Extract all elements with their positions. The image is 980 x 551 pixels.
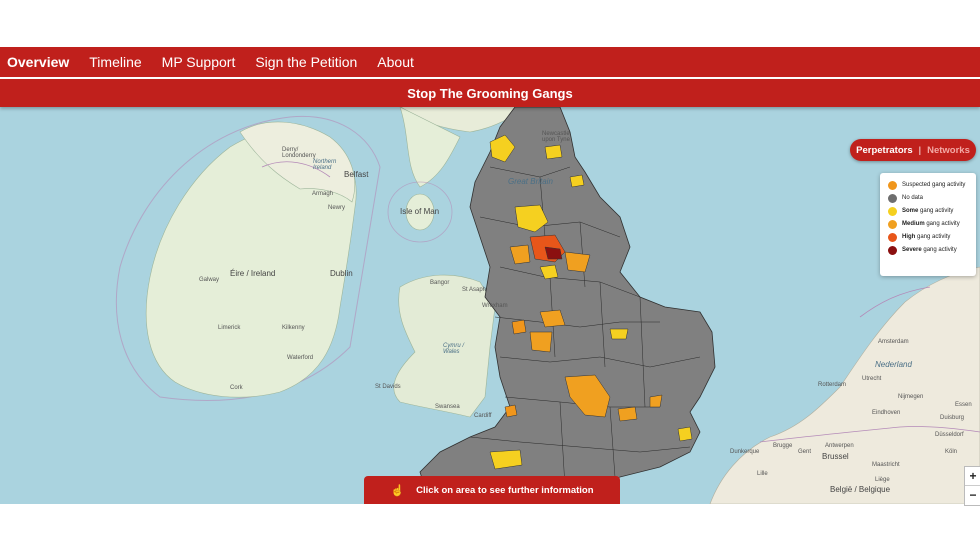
area-some-activity[interactable] [609, 328, 629, 340]
map-label: Antwerpen [825, 443, 854, 449]
map-label: Cork [230, 385, 243, 391]
map-label: Düsseldorf [935, 432, 964, 438]
legend-dot-severe [888, 246, 897, 255]
area-some-activity[interactable] [544, 144, 563, 160]
legend-label: No data [902, 195, 924, 201]
legend-dot-some [888, 207, 897, 216]
nav-timeline[interactable]: Timeline [89, 54, 141, 70]
map-label: Kilkenny [282, 325, 305, 331]
click-info-banner[interactable]: ☝ Click on area to see further informati… [364, 476, 620, 504]
legend-dot-nodata [888, 194, 897, 203]
map-label: Galway [199, 277, 220, 283]
map-label: Köln [945, 449, 958, 455]
map-label: Amsterdam [878, 339, 909, 345]
map-label: St Asaph [462, 287, 487, 293]
area-medium-activity[interactable] [649, 394, 663, 408]
map-label: Armagh [312, 191, 334, 197]
area-suspected-activity[interactable] [511, 319, 527, 335]
top-whitespace [0, 0, 980, 47]
map-label: België / Belgique [830, 485, 891, 494]
map-view[interactable]: Derry/ Londonderry Northern Ireland Belf… [0, 107, 980, 504]
map-label: Eindhoven [872, 410, 901, 416]
legend-dot-medium [888, 220, 897, 229]
cta-label: Click on area to see further information [416, 484, 594, 496]
toggle-perpetrators[interactable]: Perpetrators [856, 145, 913, 156]
area-medium-activity[interactable] [617, 406, 638, 422]
map-label: Swansea [435, 404, 460, 410]
map-label: Isle of Man [400, 207, 440, 216]
legend-label: Medium gang activity [902, 221, 960, 227]
nav-about[interactable]: About [377, 54, 414, 70]
legend-dot-suspected [888, 181, 897, 190]
nav-mp-support[interactable]: MP Support [162, 54, 236, 70]
page-title: Stop The Grooming Gangs [0, 79, 980, 107]
map-label: Nijmegen [898, 394, 924, 400]
legend-item: Suspected gang activity [888, 181, 970, 190]
map-label: Dunkerque [730, 449, 760, 455]
zoom-out-button[interactable]: − [965, 485, 980, 504]
view-toggle[interactable]: Perpetrators | Networks [850, 139, 976, 161]
area-severe-activity[interactable] [544, 246, 563, 260]
map-label: Limerick [218, 325, 241, 331]
toggle-separator: | [918, 144, 922, 156]
map-label: Waterford [287, 355, 314, 361]
legend-label: High gang activity [902, 234, 951, 240]
legend-item: Severe gang activity [888, 246, 970, 255]
area-some-activity[interactable] [677, 426, 693, 442]
map-label: Liège [875, 477, 890, 483]
map-label: Brugge [773, 443, 793, 449]
map-label: Essen [955, 402, 972, 408]
map-label: Lille [757, 471, 768, 477]
map-label: St Davids [375, 384, 401, 390]
map-label: Derry/ Londonderry [282, 147, 316, 159]
area-some-activity[interactable] [569, 174, 585, 188]
map-label: Nederland [875, 360, 912, 369]
map-label: Éire / Ireland [230, 269, 276, 278]
area-medium-activity[interactable] [529, 331, 553, 353]
map-label: Gent [798, 449, 812, 455]
map-label: Brussel [822, 452, 849, 461]
map-label: Dublin [330, 269, 353, 278]
map-legend: Suspected gang activity No data Some gan… [880, 173, 976, 276]
map-label: Great Britain [508, 177, 553, 186]
legend-label: Some gang activity [902, 208, 954, 214]
hand-pointer-icon: ☝ [390, 484, 405, 497]
legend-item: No data [888, 194, 970, 203]
map-label: Cardiff [474, 413, 492, 419]
map-label: Newry [328, 205, 346, 211]
map-label: Bangor [430, 280, 450, 286]
nav-sign-petition[interactable]: Sign the Petition [255, 54, 357, 70]
zoom-in-button[interactable]: + [965, 467, 980, 485]
map-label: Wrexham [482, 303, 508, 309]
legend-label: Severe gang activity [902, 247, 957, 253]
map-label: Maastricht [872, 462, 900, 468]
legend-label: Suspected gang activity [902, 182, 966, 188]
legend-item: Medium gang activity [888, 220, 970, 229]
map-label: Cymru / Wales [443, 343, 464, 355]
toggle-networks[interactable]: Networks [927, 145, 970, 156]
legend-list: Suspected gang activity No data Some gan… [880, 173, 976, 255]
zoom-control: + − [964, 466, 980, 506]
top-navigation: Overview Timeline MP Support Sign the Pe… [0, 47, 980, 77]
map-label: Belfast [344, 170, 369, 179]
map-label: Utrecht [862, 376, 882, 382]
legend-item: Some gang activity [888, 207, 970, 216]
map-label: Duisburg [940, 415, 965, 421]
legend-dot-high [888, 233, 897, 242]
bottom-whitespace [0, 504, 980, 551]
map-label: Newcastle upon Tyne [542, 131, 570, 143]
nav-overview[interactable]: Overview [7, 54, 69, 70]
map-label: Northern Ireland [313, 159, 337, 171]
legend-item: High gang activity [888, 233, 970, 242]
map-label: Rotterdam [818, 382, 847, 388]
area-suspected-activity[interactable] [504, 404, 518, 418]
